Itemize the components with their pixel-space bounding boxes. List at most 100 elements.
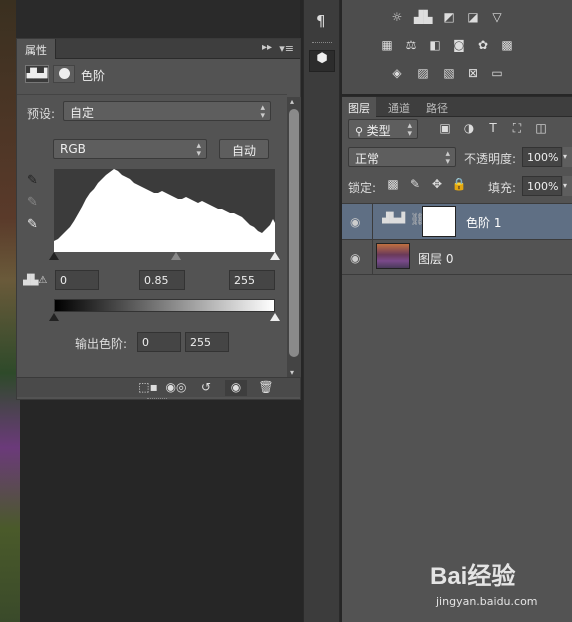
adjust-row-2: ▦ ⚖ ◧ ◙ ✿ ▩ xyxy=(342,38,572,60)
watermark-brand: Bai经验 xyxy=(430,563,516,590)
adjustment-title: 色阶 xyxy=(81,69,106,83)
lock-image-icon[interactable]: ✎ xyxy=(406,177,424,193)
output-white-field[interactable]: 255 xyxy=(185,332,229,352)
properties-tabbar: 属性 ▸▸ ▾≡ xyxy=(17,39,300,59)
input-black-slider[interactable] xyxy=(49,252,59,260)
eye-icon[interactable]: ◉ xyxy=(350,251,360,265)
layer-thumbnail[interactable] xyxy=(376,243,410,269)
divider xyxy=(17,94,287,95)
threshold-icon[interactable]: ▧ xyxy=(440,66,458,82)
paragraph-icon[interactable]: ¶ xyxy=(316,12,326,30)
3d-cube-icon[interactable]: ⬢ xyxy=(309,50,335,72)
layer-name[interactable]: 图层 0 xyxy=(418,250,453,267)
clip-to-layer-icon[interactable]: ⬚▪ xyxy=(137,380,159,396)
brightness-icon[interactable]: ☼ xyxy=(388,10,406,26)
blend-mode-select[interactable]: 正常 ▴ ▾ xyxy=(348,147,456,167)
eye-icon[interactable]: ◉ xyxy=(350,215,360,229)
output-white-slider[interactable] xyxy=(270,313,280,321)
preset-value: 自定 xyxy=(70,106,95,120)
gradient-map-icon[interactable]: ▭ xyxy=(488,66,506,82)
tab-channels[interactable]: 通道 xyxy=(382,97,416,117)
input-gamma-slider[interactable] xyxy=(171,252,181,260)
filter-kind-value: 类型 xyxy=(366,124,391,138)
preset-label: 预设: xyxy=(27,107,56,121)
output-black-field[interactable]: 0 xyxy=(137,332,181,352)
tab-layers[interactable]: 图层 xyxy=(342,97,376,117)
layer-row-image[interactable]: ◉ 图层 0 xyxy=(342,240,572,274)
filter-pixel-icon[interactable]: ▣ xyxy=(436,121,454,137)
tab-paths[interactable]: 路径 xyxy=(420,97,454,117)
properties-scrollbar[interactable]: ▴ ▾ xyxy=(287,97,301,377)
mask-icon[interactable] xyxy=(53,65,75,83)
adjust-row-1: ☼ ▟▙ ◩ ◪ ▽ xyxy=(342,10,572,32)
fill-label: 填充: xyxy=(488,181,517,195)
watermark: Bai经验 jingyan.baidu.com xyxy=(430,556,570,616)
collapse-arrows-icon[interactable]: ▸▸ xyxy=(262,42,272,53)
lock-transparent-icon[interactable]: ▩ xyxy=(384,177,402,193)
filter-smart-icon[interactable]: ◫ xyxy=(532,121,550,137)
lock-all-icon[interactable]: 🔒 xyxy=(450,177,468,193)
select-arrows-icon: ▴ ▾ xyxy=(407,121,412,139)
divider xyxy=(342,274,572,275)
hue-sat-icon[interactable]: ▦ xyxy=(378,38,396,54)
adjust-row-3: ◈ ▨ ▧ ⊠ ▭ xyxy=(342,66,572,88)
layer-filter-select[interactable]: ⚲ 类型 ▴ ▾ xyxy=(348,119,418,139)
opacity-label: 不透明度: xyxy=(464,152,517,166)
invert-icon[interactable]: ◈ xyxy=(388,66,406,82)
channel-select[interactable]: RGB ▴ ▾ xyxy=(53,139,207,159)
input-gamma-field[interactable]: 0.85 xyxy=(139,270,185,290)
preset-select[interactable]: 自定 ▴ ▾ xyxy=(63,101,271,121)
black-white-icon[interactable]: ◧ xyxy=(426,38,444,54)
layer-mask-thumbnail[interactable] xyxy=(422,206,456,237)
photo-filter-icon[interactable]: ◙ xyxy=(450,38,468,54)
levels-icon[interactable]: ▟▙ xyxy=(414,10,432,26)
select-arrows-icon: ▴ ▾ xyxy=(260,103,265,121)
input-white-field[interactable]: 255 xyxy=(229,270,275,290)
channel-mixer-icon[interactable]: ✿ xyxy=(474,38,492,54)
color-balance-icon[interactable]: ⚖ xyxy=(402,38,420,54)
white-eyedropper-icon[interactable]: ✎ xyxy=(27,217,38,232)
black-eyedropper-icon[interactable]: ✎ xyxy=(27,173,38,188)
visibility-icon[interactable]: ◉ xyxy=(225,380,247,396)
panel-menu-icon[interactable]: ▾≡ xyxy=(279,42,294,55)
gray-eyedropper-icon[interactable]: ✎ xyxy=(27,195,38,210)
selective-color-icon[interactable]: ⊠ xyxy=(464,66,482,82)
fill-dropdown-icon[interactable]: ▾ xyxy=(563,176,572,196)
vibrance-icon[interactable]: ▽ xyxy=(488,10,506,26)
posterize-icon[interactable]: ▨ xyxy=(414,66,432,82)
input-black-field[interactable]: 0 xyxy=(55,270,99,290)
layer-name[interactable]: 色阶 1 xyxy=(466,214,501,231)
curves-icon[interactable]: ◩ xyxy=(440,10,458,26)
select-arrows-icon: ▴ ▾ xyxy=(196,141,201,159)
collapsed-panels-column: ¶ ⬢ xyxy=(303,0,340,622)
output-black-slider[interactable] xyxy=(49,313,59,321)
divider xyxy=(372,204,373,239)
resize-grip[interactable] xyxy=(147,398,167,400)
lock-position-icon[interactable]: ✥ xyxy=(428,177,446,193)
scroll-thumb[interactable] xyxy=(289,109,299,357)
scroll-up-icon[interactable]: ▴ xyxy=(290,97,294,106)
reset-icon[interactable]: ↺ xyxy=(195,380,217,396)
opacity-dropdown-icon[interactable]: ▾ xyxy=(563,147,572,167)
watermark-url: jingyan.baidu.com xyxy=(436,595,538,608)
color-lookup-icon[interactable]: ▩ xyxy=(498,38,516,54)
filter-shape-icon[interactable]: ⛶ xyxy=(508,121,526,137)
fill-field[interactable]: 100% xyxy=(522,176,562,196)
auto-button[interactable]: 自动 xyxy=(219,139,269,159)
delete-icon[interactable]: 🗑 xyxy=(255,380,277,396)
layers-panel: 图层 通道 路径 ⚲ 类型 ▴ ▾ ▣ ◑ T ⛶ ◫ 正常 ▴ ▾ 不透明度: 1… xyxy=(342,96,572,622)
output-levels-label: 输出色阶: xyxy=(75,337,128,351)
opacity-field[interactable]: 100% xyxy=(522,147,562,167)
input-white-slider[interactable] xyxy=(270,252,280,260)
tab-properties[interactable]: 属性 xyxy=(17,39,56,59)
filter-adjustment-icon[interactable]: ◑ xyxy=(460,121,478,137)
scroll-down-icon[interactable]: ▾ xyxy=(290,368,294,377)
exposure-icon[interactable]: ◪ xyxy=(464,10,482,26)
levels-adjust-icon[interactable]: ▟▙▟ xyxy=(25,65,49,83)
output-gradient-bar xyxy=(54,299,275,312)
view-previous-icon[interactable]: ◉◎ xyxy=(165,380,187,396)
filter-type-icon[interactable]: T xyxy=(484,121,502,137)
grip xyxy=(312,42,332,43)
layer-row-levels[interactable]: ◉ ▟▙▟ ⛓ 色阶 1 xyxy=(342,204,572,239)
clipping-warning-icon[interactable]: ▟▙⚠ xyxy=(23,275,47,286)
